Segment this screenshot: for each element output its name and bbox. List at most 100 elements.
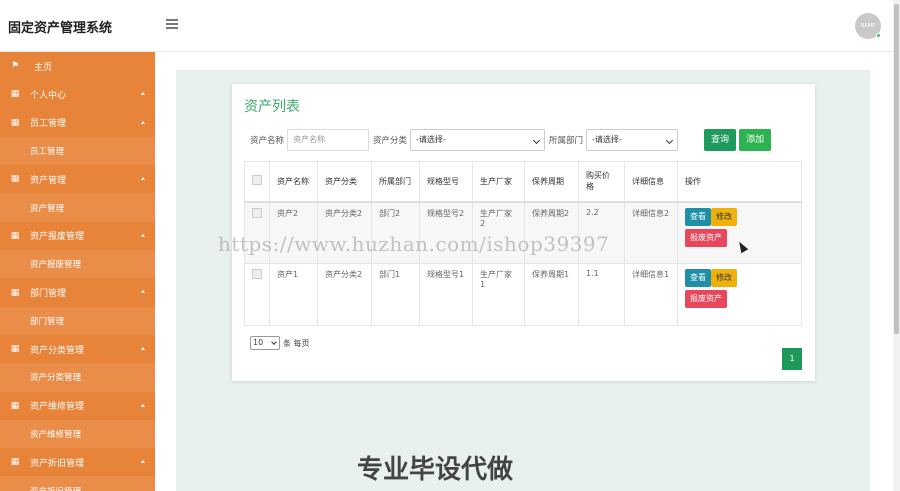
category-label: 资产分类 <box>373 136 408 146</box>
sidebar-item-2[interactable]: ▦ 员工管理 <box>0 108 155 137</box>
sidebar-item-6[interactable]: ▦ 资产报废管理 <box>0 221 155 251</box>
sidebar-item-13[interactable]: 资产维修管理 <box>0 419 155 449</box>
sidebar-item-label: 资产管理 <box>30 203 65 214</box>
table-row[interactable]: 资产1 资产分类2 部门1 规格型号1 生产厂家1 保养周期1 1.1 详细信息1 查看 修改 报废… <box>244 263 802 326</box>
avatar[interactable]: NAME <box>855 13 881 39</box>
col-header[interactable]: 所属部门 <box>371 161 420 203</box>
online-status-dot <box>876 33 881 38</box>
sidebar-item-1[interactable]: ▦ 个人中心 <box>0 80 155 109</box>
sidebar-item-5[interactable]: 资产管理 <box>0 193 155 222</box>
search-button[interactable]: 查询 <box>704 129 737 151</box>
top-header: 固定资产管理系统 NAME <box>0 0 893 52</box>
cell-cycle: 保养周期1 <box>524 263 579 326</box>
col-header[interactable]: 生产厂家 <box>472 161 525 203</box>
chevron-up-icon <box>141 177 145 181</box>
sidebar-item-label: 个人中心 <box>30 90 67 101</box>
chevron-up-icon <box>141 92 145 96</box>
grid-icon: ▦ <box>10 117 20 128</box>
page-scrollbar[interactable] <box>893 0 900 491</box>
sidebar-item-3[interactable]: 员工管理 <box>0 136 155 166</box>
dept-select[interactable]: -请选择- <box>586 129 679 151</box>
page-size-select[interactable]: 10 <box>250 336 280 350</box>
grid-icon: ▦ <box>10 89 20 100</box>
sidebar-item-11[interactable]: 资产分类管理 <box>0 363 155 392</box>
sidebar-item-9[interactable]: 部门管理 <box>0 306 155 335</box>
row-select-cell <box>244 263 270 326</box>
cell-model: 规格型号1 <box>419 263 473 326</box>
category-select[interactable]: -请选择- <box>410 129 546 151</box>
scrap-asset-button[interactable]: 报废资产 <box>685 228 727 247</box>
grid-icon: ▦ <box>10 174 20 185</box>
sidebar-item-8[interactable]: ▦ 部门管理 <box>0 278 155 307</box>
grid-icon: ▦ <box>10 344 20 355</box>
app-title: 固定资产管理系统 <box>8 21 113 36</box>
view-button[interactable]: 查看 <box>685 269 711 287</box>
sidebar-item-label: 员工管理 <box>30 119 67 130</box>
sidebar-item-label: 资产报废管理 <box>30 260 82 271</box>
sidebar-item-7[interactable]: 资产报废管理 <box>0 250 155 279</box>
sidebar-item-15[interactable]: 资产折旧管理 <box>0 476 155 491</box>
sidebar-item-label: 资产维修管理 <box>30 402 85 413</box>
page-title: 资产列表 <box>244 99 300 115</box>
avatar-text: NAME <box>860 23 876 29</box>
col-header[interactable]: 资产名称 <box>269 161 318 203</box>
row-checkbox[interactable] <box>252 269 262 279</box>
table-header-row: 资产名称 资产分类 所属部门 规格型号 生产厂家 保养周期 购买价格 详细信息 … <box>244 161 802 203</box>
select-all-checkbox[interactable] <box>252 175 262 186</box>
page-size-suffix: 条 每页 <box>283 338 310 348</box>
edit-button[interactable]: 修改 <box>711 207 737 226</box>
asset-name-input[interactable]: 资产名称 <box>287 129 370 151</box>
grid-icon: ▦ <box>10 457 20 468</box>
asset-name-label: 资产名称 <box>250 136 285 146</box>
add-button[interactable]: 添加 <box>739 129 772 151</box>
row-actions: 查看 修改报废资产 <box>677 201 802 264</box>
sidebar-item-label: 部门管理 <box>30 289 67 300</box>
grid-icon: ▦ <box>10 230 20 241</box>
filter-bar: 资产名称 资产名称 资产分类 -请选择- 所属部门 -请选择- 查询 添加 <box>250 128 772 152</box>
col-header[interactable]: 规格型号 <box>419 161 473 203</box>
dept-label: 所属部门 <box>549 136 584 146</box>
cell-dept: 部门1 <box>371 263 420 326</box>
scrollbar-thumb[interactable] <box>894 4 899 334</box>
chevron-up-icon <box>141 120 145 124</box>
sidebar: ⚑ 主页 ▦ 个人中心 ▦ 员工管理 员工管理 ▦ 资产管理 资产管理 ▦ 资产报废管理 资产报废管理 ▦… <box>0 52 155 491</box>
hamburger-icon[interactable] <box>166 19 178 29</box>
col-header[interactable]: 详细信息 <box>624 161 678 203</box>
cell-name: 资产1 <box>269 263 318 326</box>
col-header[interactable]: 购买价格 <box>578 161 625 203</box>
watermark-text: https://www.huzhan.com/ishop39397 <box>218 232 610 256</box>
grid-icon: ▦ <box>10 287 20 298</box>
sidebar-item-12[interactable]: ▦ 资产维修管理 <box>0 391 155 420</box>
chevron-up-icon <box>141 403 145 407</box>
sidebar-item-label: 资产分类管理 <box>30 373 82 384</box>
sidebar-item-label: 资产折旧管理 <box>30 458 85 469</box>
sidebar-item-10[interactable]: ▦ 资产分类管理 <box>0 334 155 364</box>
sidebar-item-0[interactable]: ⚑ 主页 <box>0 52 155 80</box>
row-checkbox[interactable] <box>252 207 262 218</box>
page-1-button[interactable]: 1 <box>782 348 802 370</box>
cell-category: 资产分类2 <box>317 263 372 326</box>
sidebar-item-label: 部门管理 <box>30 316 65 327</box>
edit-button[interactable]: 修改 <box>711 269 737 287</box>
sidebar-item-14[interactable]: ▦ 资产折旧管理 <box>0 448 155 477</box>
page-size-control: 10 条 每页 <box>250 336 310 350</box>
cell-detail: 详细信息2 <box>624 201 678 264</box>
select-all-cell <box>244 161 270 203</box>
col-header[interactable]: 资产分类 <box>317 161 372 203</box>
view-button[interactable]: 查看 <box>685 207 711 226</box>
scrap-asset-button[interactable]: 报废资产 <box>685 290 727 308</box>
cell-price: 1.1 <box>578 263 625 326</box>
chevron-up-icon <box>141 290 145 294</box>
sidebar-item-label: 资产维修管理 <box>30 430 82 440</box>
sidebar-item-label: 员工管理 <box>30 147 65 158</box>
sidebar-item-label: 资产报废管理 <box>30 232 85 243</box>
sidebar-item-label: 资产管理 <box>30 175 67 186</box>
sidebar-item-label: 资产分类管理 <box>30 345 85 356</box>
chevron-up-icon <box>141 346 145 350</box>
col-header[interactable]: 保养周期 <box>524 161 579 203</box>
chevron-up-icon <box>141 460 145 464</box>
sidebar-item-4[interactable]: ▦ 资产管理 <box>0 165 155 194</box>
col-header: 操作 <box>677 161 802 203</box>
chevron-up-icon <box>141 233 145 237</box>
grid-icon: ▦ <box>10 400 20 411</box>
